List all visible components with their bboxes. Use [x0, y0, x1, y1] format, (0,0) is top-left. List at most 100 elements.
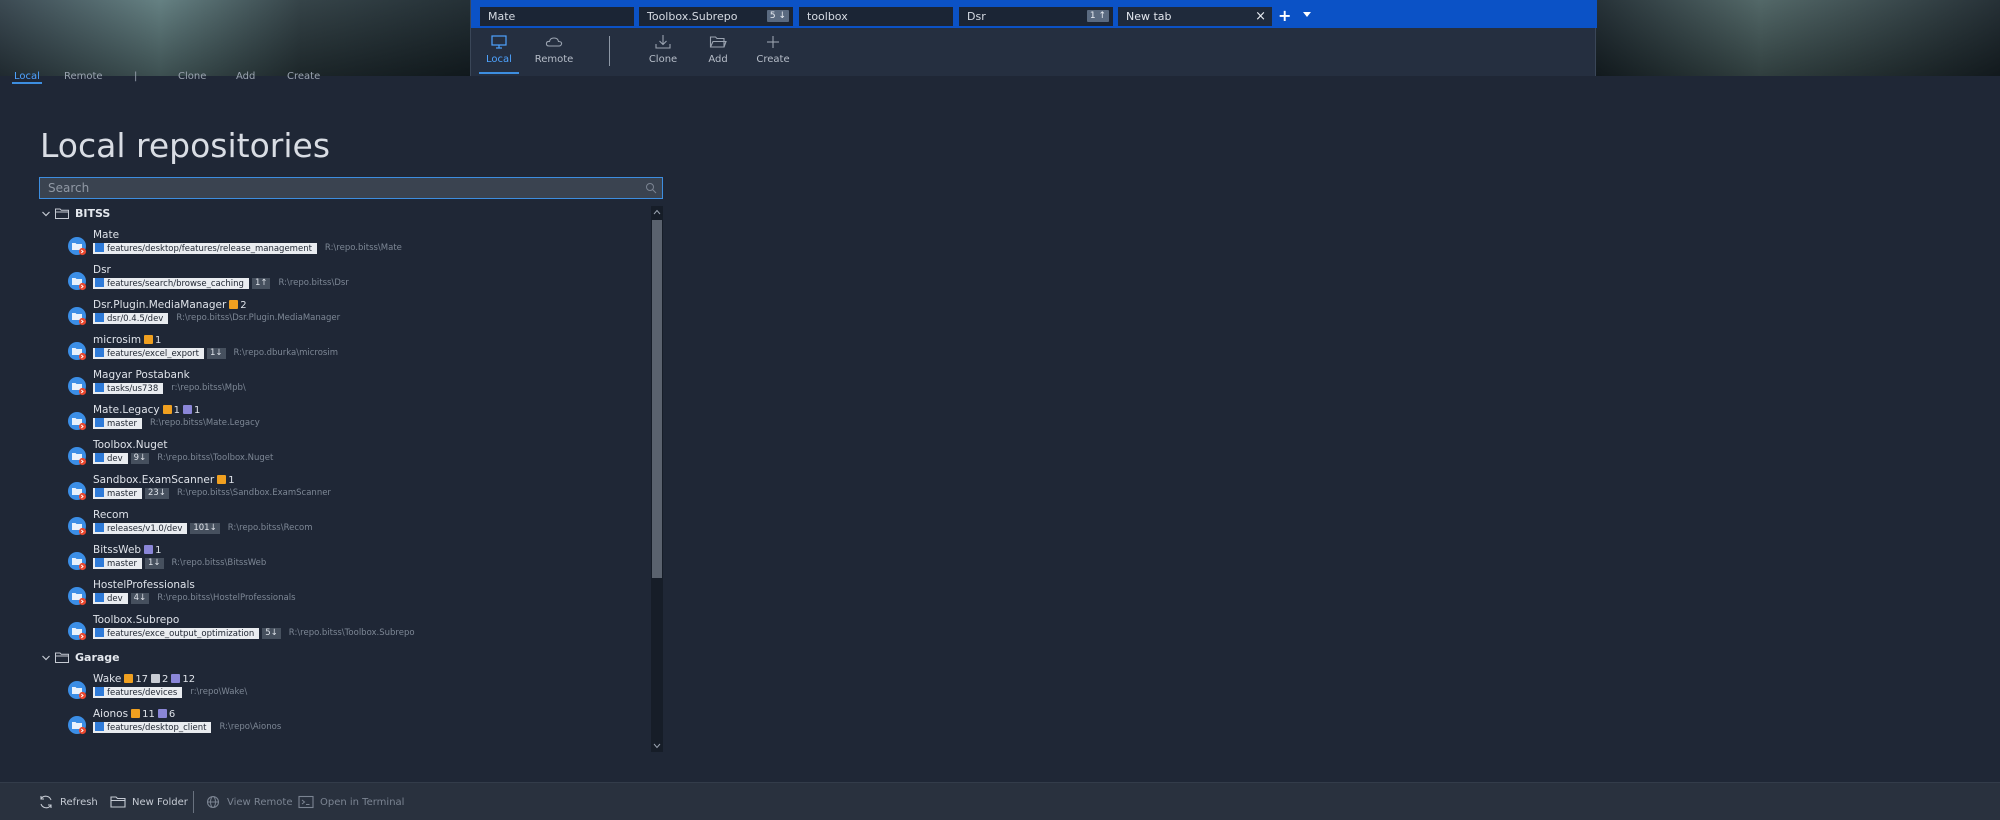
- repo-item[interactable]: Mate.Legacy 1 1 master R:\repo.bitss\Mate.Le…: [67, 403, 651, 437]
- globe-icon: [206, 795, 220, 809]
- repo-name: Wake: [93, 673, 122, 685]
- open-terminal-button[interactable]: Open in Terminal: [298, 795, 404, 809]
- repo-item[interactable]: Sandbox.ExamScanner 1 master 23↓ R:\repo.bit…: [67, 473, 651, 507]
- status-badge-unk: 1: [183, 405, 200, 416]
- repo-name-line: microsim 1: [93, 334, 161, 346]
- repo-item[interactable]: Wake 17 2 12 features/devices r:\repo\Wake\: [67, 672, 651, 706]
- branch-name: master: [107, 419, 137, 429]
- tab-dsr[interactable]: Dsr 1 ↑: [959, 7, 1113, 26]
- chevron-down-icon[interactable]: [41, 209, 51, 219]
- close-icon[interactable]: ×: [1255, 9, 1266, 24]
- tab-toolbox[interactable]: toolbox: [799, 7, 953, 26]
- branch-badge: master: [93, 418, 142, 429]
- new-folder-label: New Folder: [132, 797, 188, 808]
- repo-group-name: Garage: [75, 651, 120, 664]
- tab-bar: Mate Toolbox.Subrepo 5 ↓ toolbox Dsr 1 ↑…: [471, 0, 1597, 28]
- repo-name-line: Magyar Postabank: [93, 369, 190, 381]
- refresh-icon: [40, 795, 52, 809]
- repo-item[interactable]: Dsr features/search/browse_caching 1↑ R:\re…: [67, 263, 651, 297]
- repo-info-line: features/excel_export 1↓ R:\repo.dburka\mi…: [93, 348, 338, 360]
- repo-path: R:\repo.bitss\Toolbox.Nuget: [157, 453, 274, 463]
- repo-name-line: BitssWeb 1: [93, 544, 161, 556]
- status-badge-unk: 12: [171, 674, 195, 685]
- repo-name: Toolbox.Subrepo: [93, 614, 180, 626]
- background-nav: Local Remote | Clone Add Create: [0, 70, 480, 84]
- status-count: 11: [142, 709, 155, 720]
- search-icon[interactable]: [645, 182, 657, 194]
- page-title: Local repositories: [40, 126, 331, 165]
- repo-item[interactable]: HostelProfessionals dev 4↓ R:\repo.bitss\Ho…: [67, 578, 651, 612]
- ahead-behind-badge: 9↓: [130, 453, 150, 464]
- tab-label: Toolbox.Subrepo: [647, 10, 738, 23]
- repo-path: R:\repo.bitss\Toolbox.Subrepo: [288, 628, 415, 638]
- create-button[interactable]: Create: [745, 34, 801, 74]
- ahead-behind-badge: 5↓: [262, 628, 281, 639]
- chevron-down-icon[interactable]: [41, 653, 51, 663]
- ahead-behind-badge: 4↓: [130, 593, 150, 604]
- local-button[interactable]: Local: [471, 34, 527, 74]
- scrollbar[interactable]: [651, 206, 663, 752]
- ahead-behind-badge: 101↓: [190, 523, 220, 534]
- repo-name-line: Aionos 11 6: [93, 708, 175, 720]
- tab-new-tab[interactable]: New tab ×: [1118, 7, 1272, 26]
- add-button[interactable]: Add: [690, 34, 746, 74]
- branch-icon: [95, 313, 104, 322]
- status-count: 12: [182, 674, 196, 685]
- question-icon: [144, 545, 154, 554]
- repo-name: Dsr: [93, 264, 111, 276]
- status-count: 1: [155, 545, 162, 556]
- refresh-label: Refresh: [60, 797, 98, 808]
- repo-path: r:\repo\Wake\: [190, 687, 248, 697]
- tab-label: toolbox: [807, 10, 848, 23]
- repo-item[interactable]: Dsr.Plugin.MediaManager 2 dsr/0.4.5/dev R:\…: [67, 298, 651, 332]
- scroll-down-icon[interactable]: [653, 742, 661, 750]
- ahead-behind-badge: 1↓: [144, 558, 164, 569]
- repo-item[interactable]: Recom releases/v1.0/dev 101↓ R:\repo.bitss\…: [67, 508, 651, 542]
- clone-button[interactable]: Clone: [635, 34, 691, 74]
- add-tab-icon[interactable]: +: [1278, 8, 1291, 24]
- scroll-up-icon[interactable]: [653, 208, 661, 216]
- tab-label: Dsr: [967, 10, 986, 23]
- repo-item[interactable]: Mate features/desktop/features/release_ma…: [67, 228, 651, 262]
- repo-item[interactable]: Toolbox.Nuget dev 9↓ R:\repo.bitss\Toolbox.…: [67, 438, 651, 472]
- branch-badge: releases/v1.0/dev: [93, 523, 188, 534]
- remote-button[interactable]: Remote: [526, 34, 582, 74]
- status-badge-unk: 1: [144, 545, 161, 556]
- refresh-button[interactable]: Refresh: [38, 795, 98, 809]
- branch-icon: [95, 453, 104, 462]
- repo-name: HostelProfessionals: [93, 579, 195, 591]
- status-badge-mod: 11: [131, 709, 155, 720]
- branch-name: releases/v1.0/dev: [107, 524, 183, 534]
- repo-item[interactable]: Toolbox.Subrepo features/exce_output_opti…: [67, 613, 651, 647]
- cloud-icon: [545, 37, 563, 47]
- tab-mate[interactable]: Mate: [480, 7, 634, 26]
- view-remote-button[interactable]: View Remote: [205, 795, 293, 809]
- new-folder-button[interactable]: New Folder: [110, 795, 188, 809]
- repo-info-line: master 23↓ R:\repo.bitss\Sandbox.ExamScann…: [93, 488, 331, 500]
- status-badge-unk: 6: [157, 709, 176, 720]
- repo-info-line: dev 9↓ R:\repo.bitss\Toolbox.Nuget: [93, 453, 273, 465]
- question-icon: [183, 405, 192, 414]
- create-label: Create: [756, 54, 790, 65]
- repository-icon: [68, 377, 87, 396]
- branch-icon: [95, 278, 104, 287]
- status-badge-del: 2: [151, 674, 168, 685]
- repo-path: R:\repo.bitss\Sandbox.ExamScanner: [176, 488, 331, 498]
- repo-item[interactable]: Magyar Postabank tasks/us738 r:\repo.bitss…: [67, 368, 651, 402]
- repo-path: R:\repo.bitss\BitssWeb: [171, 558, 267, 568]
- scrollbar-thumb[interactable]: [652, 220, 662, 578]
- repo-item[interactable]: Aionos 11 6 features/desktop_client R:\repo\…: [67, 707, 651, 741]
- branch-icon: [95, 593, 104, 602]
- repo-name-line: Mate.Legacy 1 1: [93, 404, 200, 416]
- repo-item[interactable]: BitssWeb 1 master 1↓ R:\repo.bitss\BitssWeb: [67, 543, 651, 577]
- tab-toolbox-subrepo[interactable]: Toolbox.Subrepo 5 ↓: [639, 7, 793, 26]
- status-badge-mod: 17: [124, 674, 148, 685]
- status-count: 6: [168, 709, 176, 720]
- repo-item[interactable]: microsim 1 features/excel_export 1↓ R:\repo.…: [67, 333, 651, 367]
- branch-badge: features/devices: [93, 687, 183, 698]
- bg-nav-separator: |: [134, 71, 138, 82]
- branch-name: master: [107, 559, 137, 569]
- search-input[interactable]: [39, 177, 663, 199]
- repo-group-name: BITSS: [75, 207, 111, 220]
- chevron-down-icon[interactable]: [1303, 12, 1311, 17]
